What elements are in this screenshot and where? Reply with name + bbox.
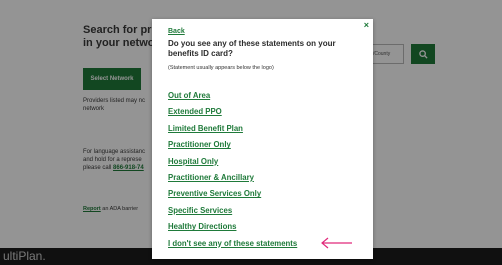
option-practitioner-ancillary[interactable]: Practitioner & Ancillary — [168, 170, 297, 186]
option-specific-services[interactable]: Specific Services — [168, 203, 297, 219]
statement-options-list: Out of Area Extended PPO Limited Benefit… — [168, 88, 297, 252]
option-healthy-directions[interactable]: Healthy Directions — [168, 219, 297, 235]
id-card-statement-modal: × Back Do you see any of these statement… — [152, 19, 373, 259]
option-none-of-these[interactable]: I don't see any of these statements — [168, 236, 297, 252]
modal-question: Do you see any of these statements on yo… — [168, 39, 336, 58]
option-extended-ppo[interactable]: Extended PPO — [168, 104, 297, 120]
option-hospital-only[interactable]: Hospital Only — [168, 154, 297, 170]
option-out-of-area[interactable]: Out of Area — [168, 88, 297, 104]
option-limited-benefit-plan[interactable]: Limited Benefit Plan — [168, 121, 297, 137]
close-icon[interactable]: × — [364, 20, 369, 30]
option-preventive-services-only[interactable]: Preventive Services Only — [168, 186, 297, 202]
modal-note: (Statement usually appears below the log… — [168, 65, 274, 71]
back-link[interactable]: Back — [168, 28, 185, 35]
annotation-arrow-icon — [321, 237, 352, 249]
option-practitioner-only[interactable]: Practitioner Only — [168, 137, 297, 153]
